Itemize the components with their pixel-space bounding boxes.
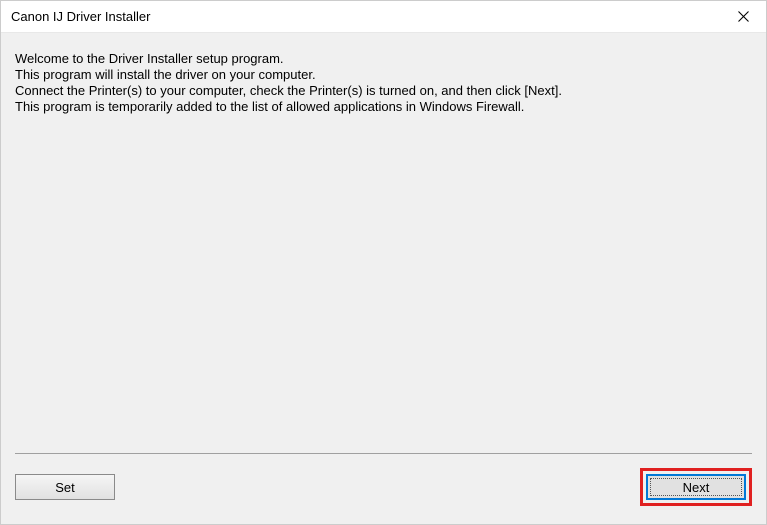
content-area: Welcome to the Driver Installer setup pr… bbox=[1, 33, 766, 453]
welcome-line-4: This program is temporarily added to the… bbox=[15, 99, 752, 115]
installer-window: Canon IJ Driver Installer Welcome to the… bbox=[0, 0, 767, 525]
close-button[interactable] bbox=[720, 1, 766, 33]
welcome-line-1: Welcome to the Driver Installer setup pr… bbox=[15, 51, 752, 67]
separator bbox=[15, 453, 752, 454]
next-highlight: Next bbox=[640, 468, 752, 506]
next-button[interactable]: Next bbox=[646, 474, 746, 500]
window-title: Canon IJ Driver Installer bbox=[11, 9, 720, 24]
set-button[interactable]: Set bbox=[15, 474, 115, 500]
close-icon bbox=[738, 11, 749, 22]
welcome-line-3: Connect the Printer(s) to your computer,… bbox=[15, 83, 752, 99]
titlebar: Canon IJ Driver Installer bbox=[1, 1, 766, 33]
welcome-line-2: This program will install the driver on … bbox=[15, 67, 752, 83]
button-row: Set Next bbox=[1, 468, 766, 524]
